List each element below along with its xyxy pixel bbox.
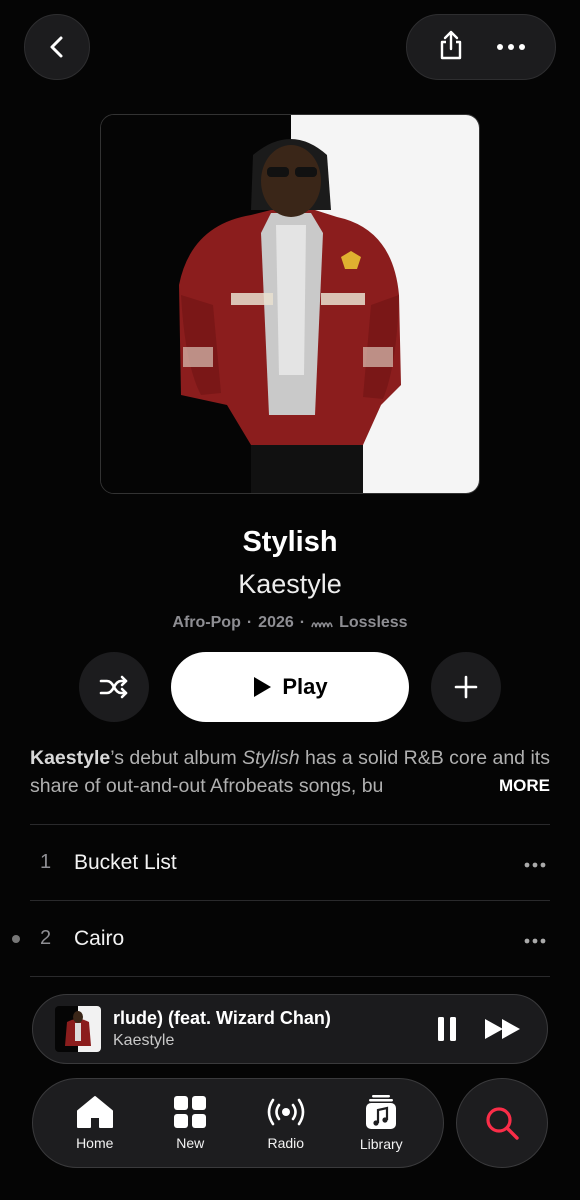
mini-player[interactable]: rlude) (feat. Wizard Chan) Kaestyle [32,994,548,1064]
tab-radio[interactable]: Radio [241,1095,331,1151]
pause-icon [438,1017,456,1041]
more-options-button[interactable] [496,38,526,56]
meta-separator: · [299,614,306,631]
now-playing-indicator [12,935,20,943]
next-track-button[interactable] [479,1005,527,1053]
shuffle-button[interactable] [79,652,149,722]
lossless-icon [311,622,333,628]
chevron-left-icon [50,36,63,58]
play-icon [254,677,272,697]
album-meta: Afro-Pop · 2026 · Lossless [0,614,580,632]
home-icon [76,1096,113,1128]
library-icon [366,1095,397,1129]
fast-forward-icon [485,1019,520,1039]
search-button[interactable] [456,1078,548,1168]
mini-player-artist: Kaestyle [113,1032,175,1049]
mini-player-info: rlude) (feat. Wizard Chan) Kaestyle [113,1008,423,1050]
more-link[interactable]: MORE [473,772,550,800]
track-list: 1 Bucket List 2 Cairo [12,824,550,977]
quality-label: Lossless [339,614,408,631]
tab-home[interactable]: Home [50,1095,140,1151]
year: 2026 [258,614,294,631]
back-button[interactable] [24,14,90,80]
ellipsis-icon [497,44,525,50]
track-row[interactable]: 1 Bucket List [30,824,550,900]
tab-bar: Home New Radio Library [32,1078,444,1168]
tab-new[interactable]: New [145,1095,235,1151]
pause-button[interactable] [423,1005,471,1053]
tab-label: Library [359,1136,403,1152]
track-more-button[interactable] [520,851,550,874]
track-title: Cairo [74,926,125,950]
tab-label: Radio [267,1135,305,1151]
track-row[interactable]: 2 Cairo [12,900,550,976]
tab-label: Home [76,1135,114,1151]
track-divider [30,976,550,977]
artist-name[interactable]: Kaestyle [0,569,580,600]
tab-label: New [176,1135,205,1151]
play-button[interactable]: Play [171,652,409,722]
mini-player-song: rlude) (feat. Wizard Chan) [113,1008,331,1028]
album-title: Stylish [242,526,338,558]
play-label: Play [282,674,328,699]
search-icon [486,1107,519,1140]
track-number: 1 [40,851,52,873]
description-album: Stylish [242,747,300,769]
track-more-button[interactable] [520,927,550,950]
album-info: Stylish Kaestyle Afro-Pop · 2026 · Lossl… [0,526,580,632]
ellipsis-icon [524,938,546,944]
meta-separator: · [246,614,253,631]
description-artist: Kaestyle [30,747,111,769]
top-actions [406,14,556,80]
grid-icon [174,1096,207,1128]
track-title: Bucket List [74,850,177,874]
tab-library[interactable]: Library [336,1094,426,1152]
album-cover[interactable] [100,114,480,494]
share-button[interactable] [436,29,466,66]
plus-icon [454,675,478,699]
album-cover-art [101,115,479,493]
add-to-library-button[interactable] [431,652,501,722]
description-text-1: ’s debut album [110,747,243,769]
genre: Afro-Pop [172,614,241,631]
album-description[interactable]: Kaestyle’s debut album Stylish has a sol… [30,744,550,800]
share-icon [440,30,462,59]
mini-player-artwork [55,1006,101,1052]
shuffle-icon [99,675,128,699]
track-number: 2 [40,927,52,949]
ellipsis-icon [524,862,546,868]
radio-icon [267,1098,305,1126]
